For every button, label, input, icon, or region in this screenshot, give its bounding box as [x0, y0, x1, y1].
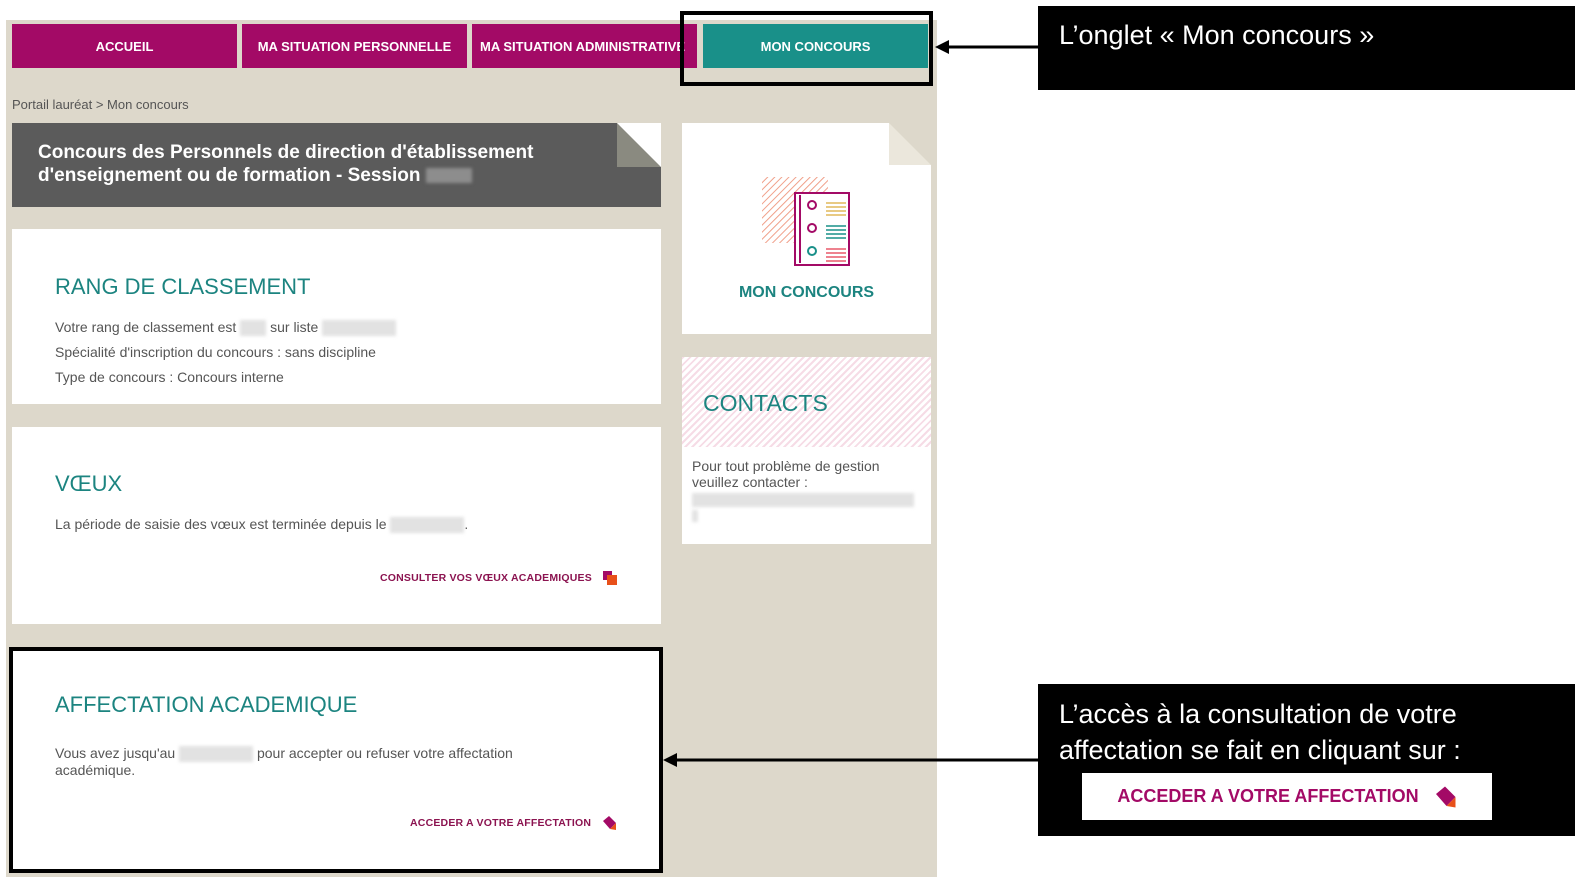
tab-arrow-head — [935, 40, 949, 54]
callout-button-label: ACCEDER A VOTRE AFFECTATION — [1117, 786, 1419, 806]
callout-access-assignment-button: ACCEDER A VOTRE AFFECTATION — [1082, 773, 1492, 820]
tab-callout: L’onglet « Mon concours » — [1038, 6, 1575, 90]
assignment-arrow-head — [663, 753, 677, 767]
pencil-icon — [1435, 786, 1456, 807]
